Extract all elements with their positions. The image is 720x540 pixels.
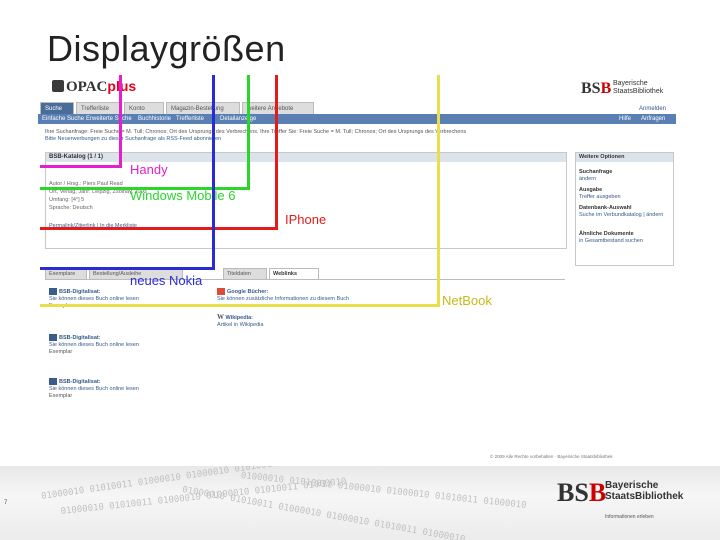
option-link[interactable]: in Gesamtbestand suchen — [579, 238, 643, 244]
opac-logo: OPACplus — [66, 78, 136, 96]
tab-trefferliste[interactable]: Trefferliste — [76, 102, 122, 114]
label-nokia: neues Nokia — [130, 273, 203, 288]
search-info: Ihre Suchanfrage: Freie Suche = M. Tull;… — [45, 129, 605, 143]
record-line: Sprache: Deutsch — [49, 205, 93, 211]
login-link[interactable]: Anmelden — [639, 106, 666, 112]
options-panel: Weitere Optionen Suchanfrage ändern Ausga… — [575, 152, 674, 266]
main-tabs: Suche Trefferliste Konto Magazin-Bestell… — [38, 102, 676, 114]
label-netbook: NetBook — [442, 293, 492, 308]
footer-banner: 01000010 01010011 01000010 01000010 0101… — [0, 466, 720, 540]
option-title: Ausgabe — [579, 187, 603, 193]
options-head: Weitere Optionen — [576, 153, 673, 162]
requests-link[interactable]: Anfragen — [641, 114, 665, 124]
wikipedia-link[interactable]: Artikel in Wikipedia — [217, 322, 263, 328]
option-title: Datenbank-Auswahl — [579, 205, 632, 211]
bsb-logo: BSB Bayerische StaatsBibliothek Informati… — [557, 478, 684, 520]
list-item: BSB-Digitalisat: Sie können dieses Buch … — [49, 378, 139, 399]
list-item: Google Bücher: Sie können zusätzliche In… — [217, 288, 350, 302]
read-online-link[interactable]: Sie können dieses Buch online lesen — [49, 296, 139, 302]
catalog-record-box: BSB-Katalog (1 / 1) Autor / Hrsg.: Piers… — [45, 152, 567, 249]
opac-logo-text: OPAC — [66, 79, 108, 95]
rss-link[interactable]: Bitte Neuerwerbungen zu dieser Suchanfra… — [45, 136, 605, 143]
label-handy: Handy — [130, 162, 168, 177]
subnav-einfache[interactable]: Einfache Suche — [42, 114, 84, 124]
digitalisat-icon — [49, 288, 57, 295]
list-item: BSB-Digitalisat: Sie können dieses Buch … — [49, 334, 139, 355]
slide-title: Displaygrößen — [47, 28, 286, 69]
bsb-logo-small: BSB Bayerische StaatsBibliothek — [581, 80, 664, 97]
opac-logo-icon — [52, 80, 64, 92]
google-link[interactable]: Sie können zusätzliche Informationen zu … — [217, 296, 349, 302]
read-online-link[interactable]: Sie können dieses Buch online lesen — [49, 342, 139, 348]
catalog-head: BSB-Katalog (1 / 1) — [46, 153, 566, 162]
label-windows-mobile: Windows Mobile 6 — [130, 188, 236, 203]
sub-navigation: Einfache Suche Erweiterte Suche Buchhist… — [38, 114, 676, 124]
option-title: Suchanfrage — [579, 169, 613, 175]
record-line: Umfang: [4°] 5 — [49, 197, 85, 203]
search-query-text: Ihre Suchanfrage: Freie Suche = M. Tull;… — [45, 129, 467, 135]
digitalisat-icon — [49, 334, 57, 341]
subnav-trefferliste[interactable]: Trefferliste — [176, 114, 204, 124]
option-link[interactable]: ändern — [579, 176, 596, 182]
tab-suche[interactable]: Suche — [40, 102, 74, 114]
option-link[interactable]: Suche im Verbundkatalog | ändern — [579, 212, 663, 218]
list-item: W Wikipedia: Artikel in Wikipedia — [217, 313, 264, 329]
tab-titeldaten[interactable]: Titeldaten — [223, 268, 267, 279]
bsb-tagline: Informationen erleben — [605, 514, 654, 520]
digitalisat-icon — [49, 378, 57, 385]
tab-weitere[interactable]: weitere Angebote — [242, 102, 314, 114]
wikipedia-icon: W — [217, 313, 224, 321]
tab-magazin[interactable]: Magazin-Bestellung — [166, 102, 240, 114]
subnav-detail[interactable]: Detailanzeige — [220, 114, 256, 124]
subnav-erweiterte[interactable]: Erweiterte Suche — [86, 114, 132, 124]
tab-weblinks[interactable]: Weblinks — [269, 268, 319, 279]
option-title: Ähnliche Dokumente — [579, 231, 634, 237]
tab-konto[interactable]: Konto — [124, 102, 164, 114]
option-link[interactable]: Treffer ausgeben — [579, 194, 621, 200]
read-online-link[interactable]: Sie können dieses Buch online lesen — [49, 386, 139, 392]
google-icon — [217, 288, 225, 295]
help-link[interactable]: Hilfe — [619, 114, 631, 124]
label-iphone: IPhone — [285, 212, 327, 227]
page-footer: © 2009 Alle Rechte vorbehalten · Bayeris… — [490, 454, 613, 459]
subnav-buchhistorie[interactable]: Buchhistorie — [138, 114, 171, 124]
slide-number: 7 — [4, 500, 8, 506]
